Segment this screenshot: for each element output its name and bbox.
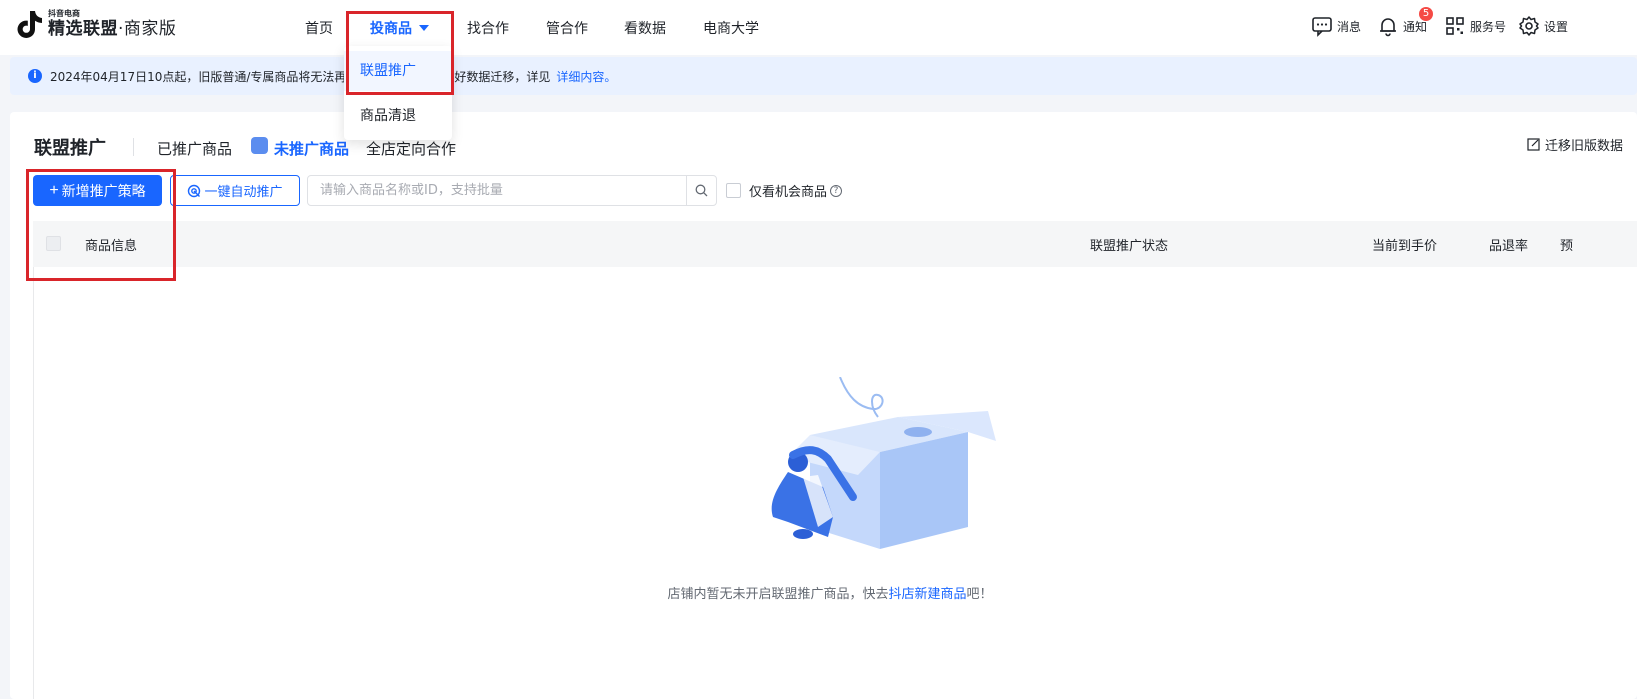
grid-icon xyxy=(1446,17,1464,35)
caret-down-icon xyxy=(419,25,429,31)
bell-icon xyxy=(1380,18,1396,37)
settings-button[interactable]: 设置 xyxy=(1518,15,1568,37)
column-truncated: 预 xyxy=(1560,239,1574,254)
settings-label: 设置 xyxy=(1544,19,1569,34)
add-promotion-strategy-label: 新增推广策略 xyxy=(61,182,146,199)
dropdown-item-alliance-promotion[interactable]: 联盟推广 xyxy=(344,51,452,91)
empty-text-prefix: 店铺内暂无未开启联盟推广商品，快去 xyxy=(667,587,889,602)
column-product-info: 商品信息 xyxy=(85,239,138,254)
only-opportunity-checkbox[interactable] xyxy=(726,183,741,198)
empty-text-suffix: 吧！ xyxy=(966,587,993,602)
nav-item-find-cooperation[interactable]: 找合作 xyxy=(467,18,509,38)
column-promotion-status: 联盟推广状态 xyxy=(1090,239,1169,254)
brand-logo[interactable]: 抖音电商 精选联盟·商家版 xyxy=(14,8,176,40)
migrate-old-data-label: 迁移旧版数据 xyxy=(1544,139,1623,154)
main-card: 联盟推广 已推广商品 未推广商品 全店定向合作 迁移旧版数据 + 新增推广策略 … xyxy=(10,112,1637,699)
table-border xyxy=(33,267,34,699)
service-account-button[interactable]: 服务号 xyxy=(1444,15,1506,37)
column-current-price: 当前到手价 xyxy=(1372,239,1438,254)
nav-item-manage-cooperation[interactable]: 管合作 xyxy=(546,18,588,38)
brand-small-text: 抖音电商 xyxy=(48,9,80,18)
title-row: 联盟推广 已推广商品 未推广商品 全店定向合作 迁移旧版数据 xyxy=(10,112,1637,172)
search-button[interactable] xyxy=(686,176,716,205)
nav-item-promote-products-label: 投商品 xyxy=(370,21,412,37)
tab-store-targeted-cooperation[interactable]: 全店定向合作 xyxy=(366,138,456,159)
column-return-rate: 品退率 xyxy=(1489,239,1529,254)
header-tools: 消息 通知 5 服务号 设置 xyxy=(1307,7,1637,39)
service-account-label: 服务号 xyxy=(1470,19,1507,34)
search-icon xyxy=(695,184,708,197)
only-opportunity-label: 仅看机会商品 xyxy=(749,185,828,200)
select-all-checkbox[interactable] xyxy=(46,236,61,251)
nav-item-ecommerce-university[interactable]: 电商大学 xyxy=(703,18,759,38)
help-icon[interactable]: ? xyxy=(830,184,843,197)
nav-item-home[interactable]: 首页 xyxy=(305,18,333,38)
empty-box-illustration xyxy=(771,377,996,549)
auto-promote-button[interactable]: 一键自动推广 xyxy=(170,175,300,206)
notice-banner: i 2024年04月17日10点起，旧版普通/专属商品将无法再新 新版并做好数据… xyxy=(10,57,1637,95)
table-header: 商品信息 联盟推广状态 当前到手价 品退率 预 xyxy=(33,221,1637,267)
create-product-link[interactable]: 抖店新建商品 xyxy=(888,587,966,602)
title-divider xyxy=(133,138,134,156)
empty-state-text: 店铺内暂无未开启联盟推广商品，快去抖店新建商品吧！ xyxy=(610,583,1050,602)
notice-detail-link[interactable]: 详细内容。 xyxy=(556,68,616,85)
page-title: 联盟推广 xyxy=(34,138,106,159)
only-opportunity-filter: 仅看机会商品 ? xyxy=(726,181,843,200)
promote-products-dropdown: 联盟推广 商品清退 xyxy=(344,46,452,140)
toolbar: + 新增推广策略 一键自动推广 仅看机会商品 ? xyxy=(10,175,1637,207)
notice-text-left: 2024年04月17日10点起，旧版普通/专属商品将无法再新 xyxy=(50,69,359,84)
messages-label: 消息 xyxy=(1337,19,1362,34)
tiktok-logo-icon xyxy=(17,11,42,38)
product-search-box xyxy=(307,175,717,206)
brand-name: 精选联盟 xyxy=(48,19,118,39)
auto-promote-label: 一键自动推广 xyxy=(204,184,283,199)
gear-icon xyxy=(1519,16,1539,36)
product-search-input[interactable] xyxy=(308,176,686,205)
edit-icon xyxy=(1527,138,1540,151)
migrate-old-data-button[interactable]: 迁移旧版数据 xyxy=(1527,135,1623,154)
dropdown-item-product-removal[interactable]: 商品清退 xyxy=(344,96,452,136)
info-icon: i xyxy=(28,69,42,83)
tab-active-icon xyxy=(251,137,268,154)
message-icon xyxy=(1312,17,1332,37)
add-promotion-strategy-button[interactable]: + 新增推广策略 xyxy=(33,175,162,206)
top-nav-bar: 抖音电商 精选联盟·商家版 首页 投商品 找合作 管合作 看数据 电商大学 消息… xyxy=(0,0,1637,55)
tab-unpromoted-products[interactable]: 未推广商品 xyxy=(274,138,349,159)
nav-item-view-data[interactable]: 看数据 xyxy=(624,18,666,38)
notification-count-badge: 5 xyxy=(1419,7,1433,21)
brand-main-text: 精选联盟·商家版 xyxy=(48,21,176,38)
tab-promoted-products[interactable]: 已推广商品 xyxy=(157,138,232,159)
auto-promote-icon xyxy=(188,184,201,197)
nav-item-promote-products[interactable]: 投商品 xyxy=(370,18,429,38)
brand-edition: ·商家版 xyxy=(118,19,177,39)
messages-button[interactable]: 消息 xyxy=(1311,15,1361,37)
plus-icon: + xyxy=(49,181,59,199)
notifications-button[interactable]: 通知 5 xyxy=(1377,7,1433,37)
